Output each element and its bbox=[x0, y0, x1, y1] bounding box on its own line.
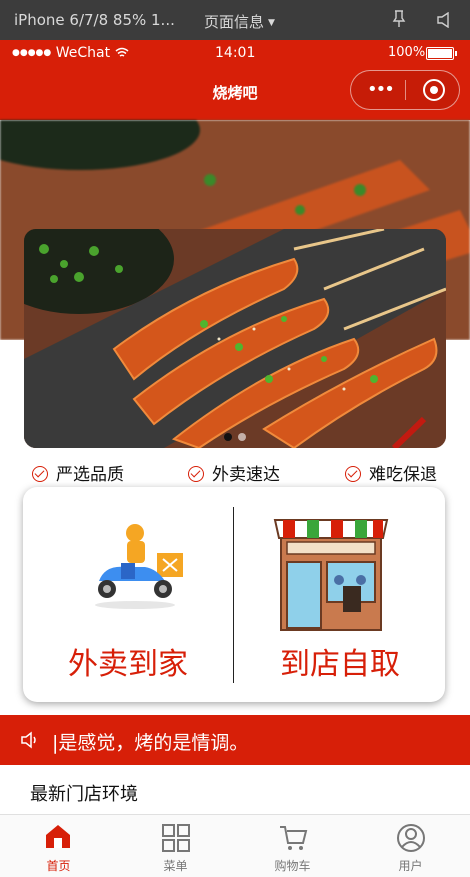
feature-label: 难吃保退 bbox=[369, 465, 437, 485]
tab-label: 首页 bbox=[46, 859, 71, 873]
feature-item: 外卖速达 bbox=[188, 460, 280, 485]
feature-item: 难吃保退 bbox=[345, 460, 437, 485]
feature-label: 严选品质 bbox=[56, 465, 124, 485]
option-divider bbox=[233, 507, 234, 683]
delivery-scooter-icon bbox=[95, 524, 183, 609]
status-carrier: ●●●●● WeChat bbox=[12, 45, 129, 61]
page-info-label: 页面信息 bbox=[204, 13, 265, 31]
pickup-option[interactable]: 到店自取 bbox=[235, 487, 445, 702]
tab-cart[interactable]: 购物车 bbox=[234, 815, 351, 877]
grilled-shrimp-image bbox=[24, 229, 446, 448]
check-circle-icon bbox=[32, 466, 48, 482]
banner-carousel[interactable] bbox=[24, 229, 446, 448]
tab-menu[interactable]: 菜单 bbox=[117, 815, 234, 877]
delivery-option[interactable]: 外卖到家 bbox=[23, 487, 233, 702]
notice-text: |是感觉，烤的是情调。 bbox=[52, 732, 249, 754]
signal-dots-icon: ●●●●● bbox=[12, 48, 52, 58]
chevron-down-icon: ▼ bbox=[268, 18, 275, 28]
grid-menu-icon bbox=[162, 824, 190, 852]
devtools-toolbar: iPhone 6/7/8 85% 1... 页面信息 ▼ bbox=[0, 0, 470, 40]
cart-icon bbox=[280, 826, 308, 850]
tab-label: 购物车 bbox=[274, 859, 311, 873]
check-circle-icon bbox=[345, 466, 361, 482]
storefront-icon bbox=[273, 519, 389, 631]
order-mode-card: 外卖到家 到店自取 bbox=[23, 487, 445, 702]
battery-percent: 100% bbox=[388, 45, 426, 60]
tab-label: 用户 bbox=[398, 859, 423, 873]
wifi-icon bbox=[115, 47, 129, 57]
pickup-option-label: 到店自取 bbox=[280, 647, 400, 682]
user-icon bbox=[397, 824, 425, 852]
more-dots-icon[interactable]: ••• bbox=[367, 79, 395, 100]
section-title: 最新门店环境 bbox=[30, 784, 138, 805]
carousel-dot[interactable] bbox=[238, 433, 246, 441]
pin-icon[interactable] bbox=[392, 10, 406, 28]
tab-user[interactable]: 用户 bbox=[352, 815, 469, 877]
tab-label: 菜单 bbox=[163, 859, 188, 873]
carousel-dot-active[interactable] bbox=[224, 433, 232, 441]
tab-home[interactable]: 首页 bbox=[0, 815, 117, 877]
feature-list: 严选品质 外卖速达 难吃保退 bbox=[0, 458, 470, 485]
feature-label: 外卖速达 bbox=[212, 465, 280, 485]
feature-item: 严选品质 bbox=[32, 460, 124, 485]
page-info-dropdown[interactable]: 页面信息 ▼ bbox=[204, 11, 275, 32]
miniprogram-capsule: ••• bbox=[350, 70, 460, 110]
carousel-indicator bbox=[24, 426, 446, 445]
device-selector[interactable]: iPhone 6/7/8 85% 1... bbox=[14, 11, 175, 29]
capsule-divider bbox=[405, 80, 406, 100]
battery-icon bbox=[426, 47, 457, 60]
close-target-icon[interactable] bbox=[423, 79, 445, 101]
carrier-name: WeChat bbox=[55, 45, 111, 61]
app-header: ●●●●● WeChat 14:01 100% 烧烤吧 ••• bbox=[0, 40, 470, 120]
home-icon bbox=[46, 825, 70, 848]
speaker-icon bbox=[21, 731, 36, 749]
status-time: 14:01 bbox=[215, 45, 256, 61]
speaker-icon[interactable] bbox=[436, 12, 454, 28]
check-circle-icon bbox=[188, 466, 204, 482]
delivery-option-label: 外卖到家 bbox=[68, 647, 188, 682]
bottom-tabbar: 首页 菜单 购物车 用户 bbox=[0, 814, 470, 877]
notice-bar: |是感觉，烤的是情调。 bbox=[0, 715, 470, 765]
